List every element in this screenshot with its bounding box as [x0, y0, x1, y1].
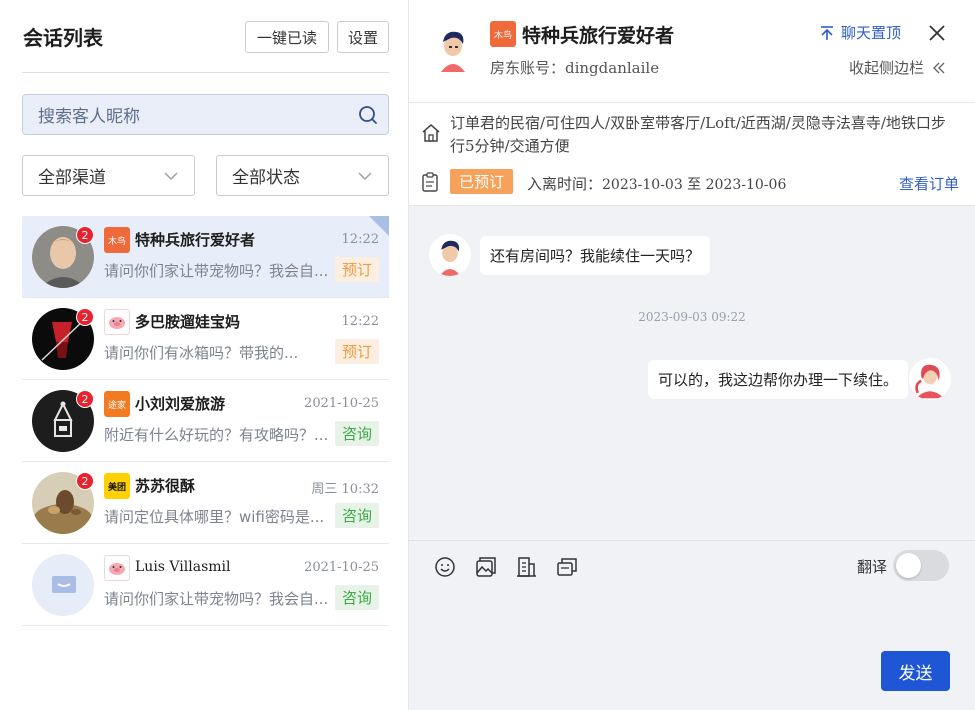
pin-chat-button[interactable]: 聊天置顶 — [819, 22, 901, 43]
unread-badge: 2 — [76, 390, 94, 408]
checkin-dates: 入离时间：2023-10-03 至 2023-10-06 — [527, 173, 786, 194]
message-time: 12:22 — [341, 314, 379, 329]
message-area: 还有房间吗？我能续住一天吗？ 2023-09-03 09:22 可以的，我这边帮… — [409, 206, 975, 540]
host-account: 房东账号：dingdanlaile — [490, 59, 660, 77]
guest-avatar — [429, 24, 477, 72]
chevron-down-icon — [164, 172, 178, 181]
unread-badge: 2 — [76, 472, 94, 490]
conversation-item[interactable]: 2 木鸟 特种兵旅行爱好者 12:22 请问你们家让带宠物吗？我会自... 预订 — [22, 216, 389, 298]
pin-chat-label: 聊天置顶 — [841, 24, 902, 42]
pig-icon — [104, 555, 130, 581]
message-time: 周三 10:32 — [311, 482, 379, 497]
status-tag: 咨询 — [334, 421, 379, 446]
message-time: 12:22 — [341, 232, 379, 247]
chat-header: 木鸟 特种兵旅行爱好者 房东账号：dingdanlaile 聊天置顶 收起侧边栏 — [409, 0, 975, 103]
checkin-label: 入离时间： — [527, 175, 603, 193]
message-preview: 请问定位具体哪里？wifi密码是... — [104, 508, 325, 526]
message-preview: 请问你们有冰箱吗？带我的... — [104, 344, 299, 362]
host-message-bubble: 可以的，我这边帮你办理一下续住。 — [647, 360, 908, 399]
pin-top-icon — [821, 25, 833, 40]
conversation-item[interactable]: 2 美团 苏苏很酥 周三 10:32 请问定位具体哪里？wifi密码是... 咨… — [22, 462, 389, 544]
listing-title: 订单君的民宿/可住四人/双卧室带客厅/Loft/近西湖/灵隐寺法喜寺/地铁口步行… — [450, 114, 946, 155]
status-filter-select[interactable]: 全部状态 — [216, 155, 389, 196]
pig-icon — [104, 309, 130, 335]
message-preview: 请问你们家让带宠物吗？我会自... — [104, 590, 329, 608]
emoji-icon[interactable] — [433, 555, 457, 579]
contact-name: 苏苏很酥 — [135, 477, 196, 495]
card-template-icon[interactable] — [555, 555, 579, 579]
building-icon[interactable] — [514, 555, 538, 579]
mark-all-read-button[interactable]: 一键已读 — [245, 21, 329, 53]
conversation-item[interactable]: Luis Villasmil 2021-10-25 请问你们家让带宠物吗？我会自… — [22, 544, 389, 626]
status-filter-value: 全部状态 — [232, 168, 300, 188]
conversation-item[interactable]: 2 多巴胺遛娃宝妈 12:22 请问你们有冰箱吗？带我的... 预订 — [22, 298, 389, 380]
conversation-panel: 会话列表 一键已读 设置 搜索客人昵称 全部渠道 全部状态 2 木鸟 特种兵旅行… — [0, 0, 409, 710]
divider — [22, 72, 389, 73]
order-card: 订单君的民宿/可住四人/双卧室带客厅/Loft/近西湖/灵隐寺法喜寺/地铁口步行… — [409, 103, 975, 206]
status-tag: 预订 — [334, 257, 379, 282]
message-preview: 附近有什么好玩的？有攻略吗？... — [104, 426, 329, 444]
toggle-knob — [896, 553, 921, 578]
compose-area: 翻译 发送 — [409, 540, 975, 710]
double-chevron-left-icon — [933, 62, 945, 73]
conversation-item[interactable]: 2 途家 小刘刘爱旅游 2021-10-25 附近有什么好玩的？有攻略吗？...… — [22, 380, 389, 462]
host-avatar — [909, 358, 951, 400]
search-icon[interactable] — [348, 95, 388, 135]
clipboard-icon — [422, 172, 438, 192]
guest-message-bubble: 还有房间吗？我能续住一天吗？ — [480, 236, 711, 275]
avatar — [32, 554, 94, 616]
translate-toggle[interactable] — [893, 550, 949, 581]
image-icon[interactable] — [474, 555, 498, 579]
message-time: 2021-10-25 — [304, 396, 379, 411]
muniao-platform-icon: 木鸟 — [490, 21, 516, 47]
collapse-sidebar-button[interactable]: 收起侧边栏 — [849, 57, 946, 78]
contact-name: 多巴胺遛娃宝妈 — [135, 313, 241, 331]
search-input[interactable]: 搜索客人昵称 — [22, 94, 389, 135]
meituan-platform-icon: 美团 — [104, 473, 130, 499]
settings-button[interactable]: 设置 — [337, 21, 389, 53]
contact-name: Luis Villasmil — [135, 559, 231, 575]
message-time: 2021-10-25 — [304, 560, 379, 575]
translate-label: 翻译 — [857, 558, 888, 576]
unread-badge: 2 — [76, 226, 94, 244]
muniao-platform-icon: 木鸟 — [104, 227, 130, 253]
view-order-link[interactable]: 查看订单 — [899, 173, 959, 194]
chat-contact-name: 特种兵旅行爱好者 — [522, 25, 675, 47]
collapse-sidebar-label: 收起侧边栏 — [849, 59, 925, 77]
close-icon[interactable] — [926, 22, 948, 44]
message-timestamp: 2023-09-03 09:22 — [638, 310, 746, 324]
status-tag: 咨询 — [334, 585, 379, 610]
chat-panel: 木鸟 特种兵旅行爱好者 房东账号：dingdanlaile 聊天置顶 收起侧边栏… — [409, 0, 975, 710]
status-tag: 咨询 — [334, 503, 379, 528]
chevron-down-icon — [358, 172, 372, 181]
contact-name: 小刘刘爱旅游 — [135, 395, 226, 413]
order-status-tag: 已预订 — [450, 169, 514, 194]
house-icon — [422, 124, 440, 142]
send-button[interactable]: 发送 — [881, 651, 950, 691]
channel-filter-select[interactable]: 全部渠道 — [22, 155, 195, 196]
panel-title: 会话列表 — [23, 26, 103, 50]
chat-app: 会话列表 一键已读 设置 搜索客人昵称 全部渠道 全部状态 2 木鸟 特种兵旅行… — [0, 0, 975, 710]
conversation-list: 2 木鸟 特种兵旅行爱好者 12:22 请问你们家让带宠物吗？我会自... 预订… — [22, 216, 389, 626]
status-tag: 预订 — [334, 339, 379, 364]
search-placeholder: 搜索客人昵称 — [38, 107, 140, 127]
tujia-platform-icon: 途家 — [104, 391, 130, 417]
unread-badge: 2 — [76, 308, 94, 326]
channel-filter-value: 全部渠道 — [38, 168, 106, 188]
contact-name: 特种兵旅行爱好者 — [135, 231, 256, 249]
guest-avatar — [429, 234, 471, 276]
message-preview: 请问你们家让带宠物吗？我会自... — [104, 262, 329, 280]
checkin-value: 2023-10-03 至 2023-10-06 — [602, 177, 787, 193]
